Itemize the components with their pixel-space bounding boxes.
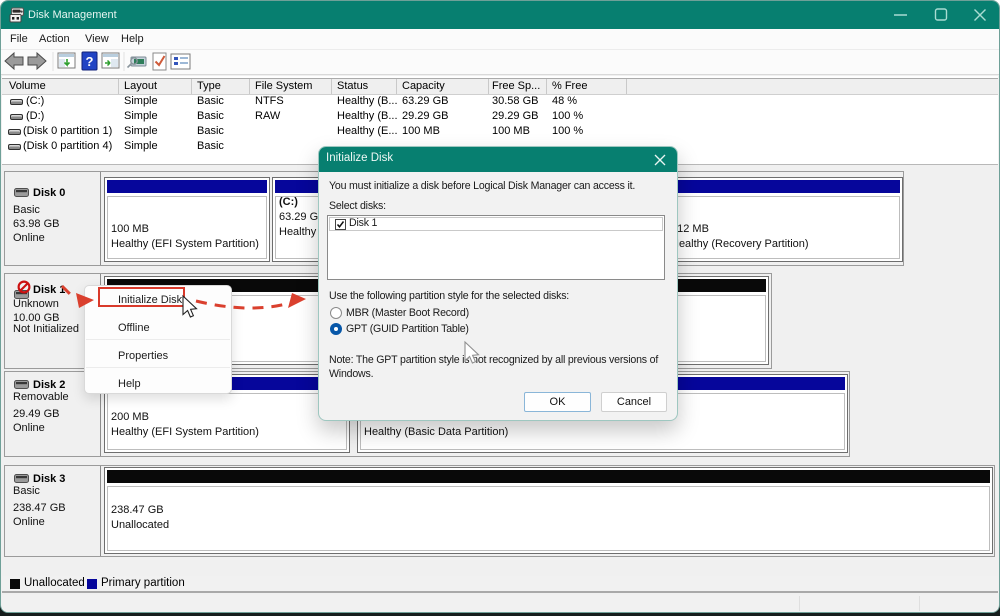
svg-text:?: ? [86,54,94,69]
